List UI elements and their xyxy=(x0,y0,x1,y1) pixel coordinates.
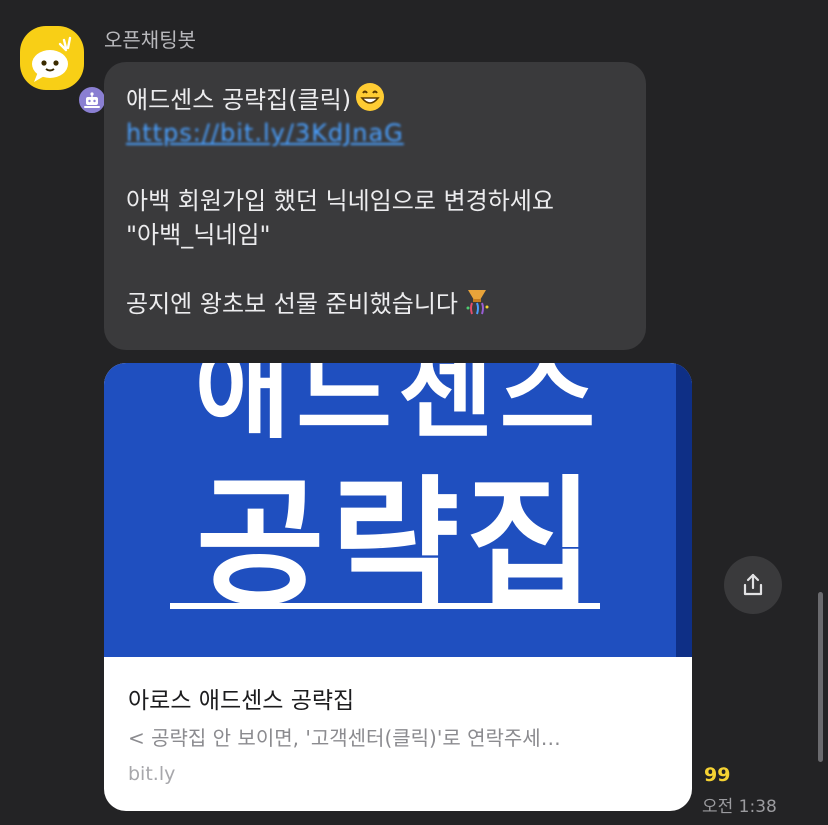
unread-count: 99 xyxy=(704,764,731,786)
link-preview-card[interactable]: 애드센스 공략집 아로스 애드센스 공략집 < 공략집 안 보이면, '고객센터… xyxy=(104,363,692,811)
kakao-openchat-bot-icon xyxy=(20,26,84,90)
message-bubble[interactable]: 애드센스 공략집(클릭) https://bit.ly/3KdJnaG 아백 회… xyxy=(104,62,646,350)
link-preview-domain: bit.ly xyxy=(128,763,176,785)
message-text: 공지엔 왕초보 선물 준비했습니다 xyxy=(126,290,459,318)
message-link[interactable]: https://bit.ly/3KdJnaG xyxy=(126,119,404,147)
share-icon xyxy=(743,573,763,596)
share-button[interactable] xyxy=(724,556,782,614)
sender-name: 오픈채팅봇 xyxy=(104,28,196,52)
message-timestamp: 오전 1:38 xyxy=(702,797,777,817)
preview-image-edge xyxy=(676,363,692,657)
message-line: 애드센스 공략집(클릭) xyxy=(126,82,624,116)
link-preview-image[interactable]: 애드센스 공략집 xyxy=(104,363,692,657)
preview-image-underline xyxy=(170,603,600,609)
message-text: 애드센스 공략집(클릭) xyxy=(126,86,352,114)
link-preview-description: < 공략집 안 보이면, '고객센터(클릭)'로 연락주세… xyxy=(128,726,561,750)
message-line: 아백 회원가입 했던 닉네임으로 변경하세요 xyxy=(126,187,554,215)
link-preview-title[interactable]: 아로스 애드센스 공략집 xyxy=(128,681,354,715)
party-confetti-emoji-icon xyxy=(462,286,492,325)
message-line: 공지엔 왕초보 선물 준비했습니다 xyxy=(126,286,624,320)
message-line: "아백_닉네임" xyxy=(126,221,271,249)
message-line: https://bit.ly/3KdJnaG xyxy=(126,116,624,150)
sender-avatar[interactable] xyxy=(20,26,108,116)
scrollbar[interactable] xyxy=(818,592,823,762)
